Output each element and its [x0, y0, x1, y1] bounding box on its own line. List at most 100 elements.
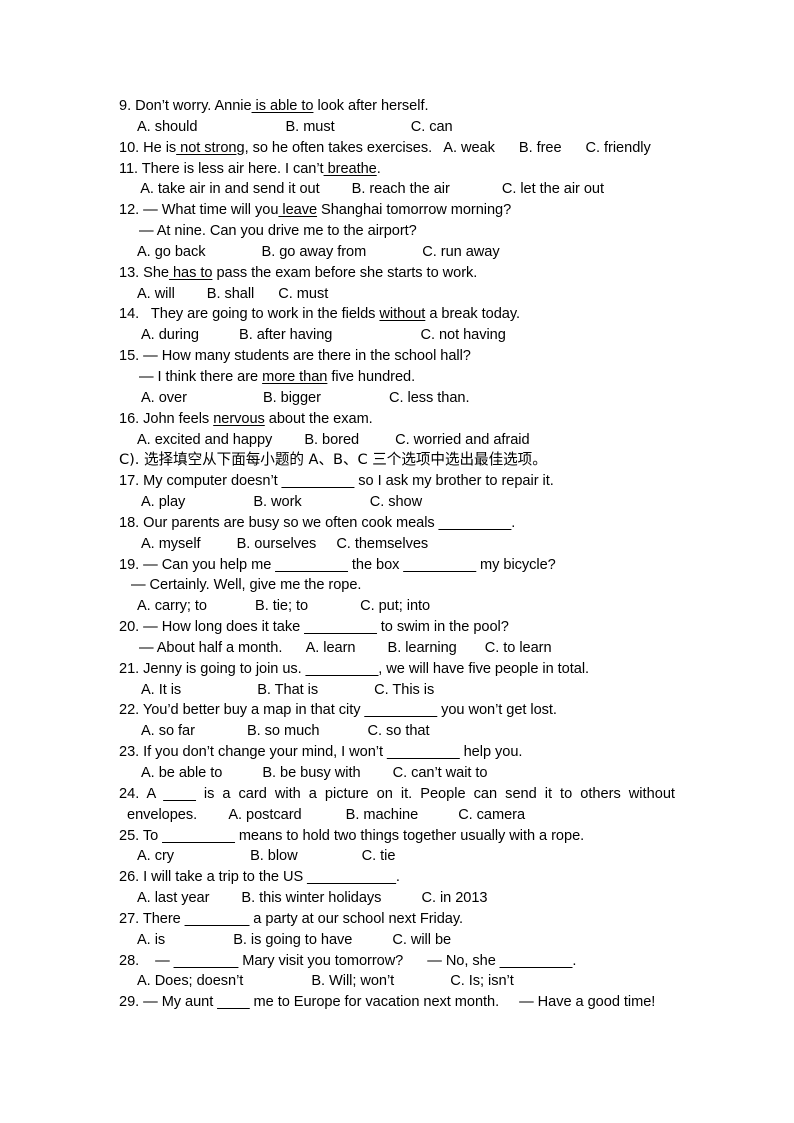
q23-answer-blank: _________ — [387, 744, 460, 761]
question-dialogue-12: — At nine. Can you drive me to the airpo… — [139, 223, 417, 240]
q11-underlined-phrase: breathe — [323, 160, 377, 177]
q16-underlined-phrase: nervous — [213, 410, 265, 427]
q28-answer-blank-2: _________ — [499, 952, 573, 969]
q11-text-post: . — [376, 160, 381, 177]
q22-answer-blank: _________ — [364, 702, 438, 719]
q16-text-post: about the exam. — [264, 410, 373, 427]
question-stem-15: 15. — How many students are there in the… — [119, 348, 471, 365]
q25-text-post: means to hold two things together usuall… — [234, 827, 585, 844]
q26-text-pre: 26. I will take a trip to the US — [119, 869, 308, 886]
question-stem-21: 21. Jenny is going to join us. _________… — [119, 659, 675, 680]
q20-text-post: to swim in the pool? — [376, 619, 509, 636]
q27-text-pre: 27. There — [119, 910, 185, 927]
q25-answer-blank: _________ — [162, 827, 235, 844]
question-options-17: A. play B. work C. show — [141, 494, 423, 511]
question-dialogue-15: — I think there are more than five hundr… — [119, 367, 675, 388]
q24-text-pre: 24. A — [119, 785, 164, 802]
question-stem-22: 22. You’d better buy a map in that city … — [119, 700, 675, 721]
q19-text-mid: the box — [347, 556, 404, 573]
q21-text-pre: 21. Jenny is going to join us. — [119, 660, 306, 677]
section-heading-c: C). 选择填空从下面每小题的 A、B、C 三个选项中选出最佳选项。 — [119, 451, 547, 469]
question-options-18: A. myself B. ourselves C. themselves — [141, 535, 429, 552]
question-stem-12: 12. — What time will you leave Shanghai … — [119, 200, 675, 221]
q15-underlined-phrase: more than — [262, 368, 328, 385]
question-dialogue-options-20: — About half a month. A. learn B. learni… — [139, 639, 552, 656]
q20-answer-blank: _________ — [304, 619, 377, 636]
question-options-13: A. will B. shall C. must — [137, 285, 329, 302]
question-options-12: A. go back B. go away from C. run away — [137, 243, 500, 260]
question-stem-9: 9. Don’t worry. Annie is able to look af… — [119, 96, 675, 117]
q29-text-pre: 29. — My aunt — [119, 994, 218, 1011]
q28-text-mid: Mary visit you tomorrow? — No, she — [238, 952, 500, 969]
question-stem-11: 11. There is less air here. I can’t brea… — [119, 159, 675, 180]
q27-text-post: a party at our school next Friday. — [249, 910, 464, 927]
question-stem-29: 29. — My aunt ____ me to Europe for vaca… — [119, 992, 675, 1013]
q14-text-pre: 14. They are going to work in the fields — [119, 306, 380, 323]
question-stem-26: 26. I will take a trip to the US _______… — [119, 867, 675, 888]
q19-answer-blank-2: _________ — [403, 556, 477, 573]
question-stem-27: 27. There ________ a party at our school… — [119, 909, 675, 930]
q14-underlined-phrase: without — [379, 306, 426, 323]
question-stem-28: 28. — ________ Mary visit you tomorrow? … — [119, 951, 675, 972]
question-stem-10: 10. He is not strong, so he often takes … — [119, 138, 675, 159]
q28-answer-blank-1: ________ — [173, 952, 239, 969]
q26-text-post: . — [395, 869, 400, 886]
question-options-22: A. so far B. so much C. so that — [141, 723, 430, 740]
question-stem-16: 16. John feels nervous about the exam. — [119, 409, 675, 430]
q15-dialogue-post: five hundred. — [327, 368, 416, 385]
q9-underlined-phrase: is able to — [251, 98, 314, 114]
q17-text-post: so I ask my brother to repair it. — [354, 473, 554, 490]
question-list: 9. Don’t worry. Annie is able to look af… — [119, 96, 675, 1013]
q17-answer-blank: _________ — [281, 473, 355, 490]
document-page: 9. Don’t worry. Annie is able to look af… — [0, 0, 794, 1123]
q12-text-post: Shanghai tomorrow morning? — [317, 202, 512, 219]
q10-text-post: , so he often takes exercises. A. weak B… — [244, 139, 651, 156]
question-stem-20: 20. — How long does it take _________ to… — [119, 617, 675, 638]
question-stem-13: 13. She has to pass the exam before she … — [119, 263, 675, 284]
q28-text-post: . — [572, 952, 577, 969]
q21-text-post: , we will have five people in total. — [378, 660, 590, 677]
q11-text-pre: 11. There is less air here. I can’t — [119, 160, 324, 177]
q12-underlined-phrase: leave — [278, 202, 318, 219]
q21-answer-blank: _________ — [305, 660, 379, 677]
question-options-9: A. should B. must C. can — [137, 118, 453, 135]
q19-answer-blank-1: _________ — [275, 556, 348, 573]
question-options-14: A. during B. after having C. not having — [141, 327, 506, 344]
question-options-27: A. is B. is going to have C. will be — [137, 931, 452, 948]
question-options-15: A. over B. bigger C. less than. — [141, 389, 470, 406]
question-stem-25: 25. To _________ means to hold two thing… — [119, 826, 675, 847]
q23-text-post: help you. — [459, 744, 523, 761]
question-options-21: A. It is B. That is C. This is — [141, 681, 435, 698]
question-options-26: A. last year B. this winter holidays C. … — [137, 890, 488, 907]
q24-text-post: is a card with a picture on it. People c… — [195, 785, 675, 802]
q29-answer-blank: ____ — [217, 994, 250, 1011]
q13-text-post: pass the exam before she starts to work. — [212, 264, 478, 281]
question-dialogue-19: — Certainly. Well, give me the rope. — [131, 577, 362, 594]
question-options-28: A. Does; doesn’t B. Will; won’t C. Is; i… — [137, 973, 514, 990]
question-options-19: A. carry; to B. tie; to C. put; into — [137, 598, 431, 615]
q18-text-post: . — [511, 514, 516, 531]
question-options-23: A. be able to B. be busy with C. can’t w… — [141, 765, 488, 781]
q20-text-pre: 20. — How long does it take — [119, 619, 305, 636]
q13-text-pre: 13. She — [119, 264, 169, 281]
q13-underlined-phrase: has to — [168, 264, 213, 281]
q10-underlined-phrase: not strong — [176, 139, 245, 156]
question-options-25: A. cry B. blow C. tie — [137, 848, 396, 865]
q23-text-pre: 23. If you don’t change your mind, I won… — [119, 744, 387, 761]
question-options-16: A. excited and happy B. bored C. worried… — [137, 431, 530, 448]
question-stem-19: 19. — Can you help me _________ the box … — [119, 555, 675, 576]
question-stem-14: 14. They are going to work in the fields… — [119, 304, 675, 325]
question-options-11: A. take air in and send it out B. reach … — [137, 181, 604, 198]
q17-text-pre: 17. My computer doesn’t — [119, 473, 282, 490]
q18-text-pre: 18. Our parents are busy so we often coo… — [119, 514, 439, 531]
q18-answer-blank: _________ — [438, 514, 512, 531]
q25-text-pre: 25. To — [119, 827, 163, 844]
q9-text-post: look after herself. — [313, 98, 429, 114]
q22-text-pre: 22. You’d better buy a map in that city — [119, 702, 365, 719]
q22-text-post: you won’t get lost. — [437, 702, 557, 719]
q28-text-pre: 28. — — [119, 952, 174, 969]
question-stem-17: 17. My computer doesn’t _________ so I a… — [119, 471, 675, 492]
q26-answer-blank: ___________ — [307, 869, 396, 886]
q15-dialogue-pre: — I think there are — [139, 368, 263, 385]
q10-text-pre: 10. He is — [119, 139, 177, 156]
